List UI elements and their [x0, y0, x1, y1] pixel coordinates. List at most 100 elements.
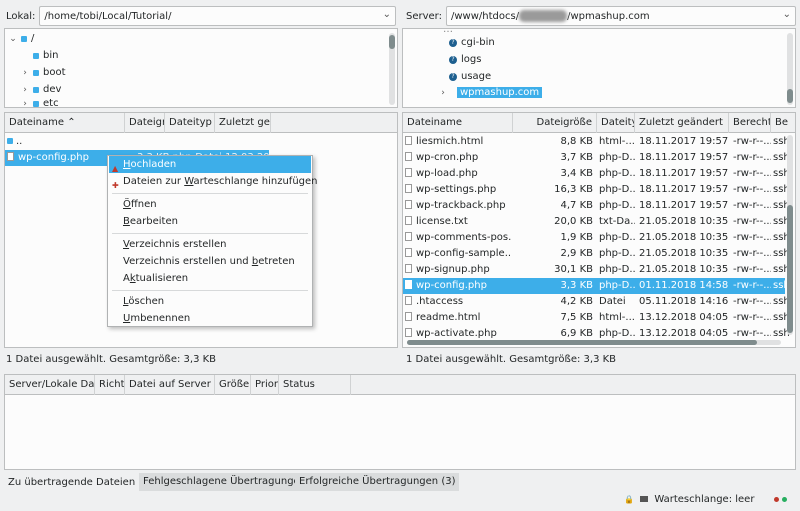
scroll-thumb[interactable] — [389, 35, 395, 49]
file-icon — [405, 152, 412, 161]
expand-arrow-icon[interactable]: › — [19, 85, 31, 95]
file-icon — [7, 152, 14, 161]
list-item-parent[interactable]: .. — [5, 134, 397, 150]
file-icon — [405, 200, 412, 209]
cell-date: 13.12.2018 04:05:08 — [639, 328, 729, 339]
table-row[interactable]: wp-settings.php 16,3 KB php-D... 18.11.2017… — [403, 182, 790, 198]
tree-item-logs[interactable]: ? logs — [447, 51, 481, 68]
tree-item-root[interactable]: ⌄ / — [7, 30, 34, 47]
expand-arrow-icon[interactable]: › — [19, 68, 31, 78]
scroll-thumb[interactable] — [787, 205, 793, 333]
col-filesize[interactable]: Dateigröße — [125, 113, 165, 133]
queue-add-icon: ✚ — [112, 181, 119, 190]
file-name: wp-config.php — [18, 152, 89, 163]
col-size[interactable]: Größe — [215, 375, 251, 395]
cell-date: 21.05.2018 10:35:55 — [639, 216, 729, 227]
tab-failed-transfers[interactable]: Fehlgeschlagene Übertragungen — [139, 473, 311, 491]
cell-date: 01.11.2018 14:58:56 — [639, 280, 729, 291]
col-direction[interactable]: Richtu — [95, 375, 125, 395]
tree-item-label: boot — [43, 67, 66, 78]
tree-item-boot[interactable]: › boot — [19, 64, 66, 81]
col-filetype[interactable]: Dateityp — [165, 113, 215, 133]
menu-item-delete[interactable]: Löschen — [109, 293, 311, 310]
tree-item-label: logs — [461, 54, 482, 65]
cell-perm: -rw-r--... — [733, 136, 771, 147]
table-row[interactable]: wp-config-sample.... 2,9 KB php-D... 21.05.… — [403, 246, 790, 262]
expand-arrow-icon[interactable]: › — [437, 88, 449, 98]
local-tree-scrollbar[interactable] — [389, 33, 395, 105]
col-filename[interactable]: Dateiname — [403, 113, 513, 133]
server-tree-scrollbar[interactable] — [787, 33, 793, 105]
queue-status-text: Warteschlange: leer — [654, 494, 755, 505]
cell-size: 1,9 KB — [560, 232, 594, 243]
menu-item-rename[interactable]: Umbenennen — [109, 310, 311, 327]
file-icon — [405, 232, 412, 241]
folder-question-icon: ? — [449, 55, 457, 64]
expand-arrow-icon[interactable]: ⌄ — [7, 34, 19, 44]
cell-date: 13.12.2018 04:05:08 — [639, 312, 729, 323]
col-filesize[interactable]: Dateigröße — [513, 113, 597, 133]
cell-name: wp-settings.php — [416, 184, 497, 195]
tree-item-label: wpmashup.com — [457, 87, 543, 98]
table-row[interactable]: wp-comments-pos... 1,9 KB php-D... 21.05.20… — [403, 230, 790, 246]
col-owner[interactable]: Be — [771, 113, 795, 133]
tree-item-bin[interactable]: bin — [19, 47, 58, 64]
local-label: Lokal: — [6, 10, 36, 22]
server-path-combo[interactable]: /www/htdocs/ /wpmashup.com ⌄ — [446, 6, 796, 26]
tree-item-cgi-bin[interactable]: ? cgi-bin — [447, 34, 495, 51]
col-filename[interactable]: Dateiname ⌃ — [5, 113, 125, 133]
menu-item-open[interactable]: Öffnen — [109, 196, 311, 213]
col-status[interactable]: Status — [279, 375, 351, 395]
menu-item-edit[interactable]: Bearbeiten — [109, 213, 311, 230]
context-menu: ▲ Hochladen ✚ Dateien zur Warteschlange … — [107, 155, 318, 327]
chevron-down-icon[interactable]: ⌄ — [383, 9, 391, 20]
menu-item-create-and-enter[interactable]: Verzeichnis erstellen und betreten — [109, 253, 311, 270]
local-path-combo[interactable]: /home/tobi/Local/Tutorial/ ⌄ — [39, 6, 396, 26]
cell-date: 18.11.2017 19:57:10 — [639, 136, 729, 147]
table-row[interactable]: license.txt 20,0 KB txt-Da... 21.05.2018 10… — [403, 214, 790, 230]
col-permissions[interactable]: Berechti — [729, 113, 771, 133]
cell-date: 05.11.2018 14:16:15 — [639, 296, 729, 307]
cell-name: wp-load.php — [416, 168, 478, 179]
table-row[interactable]: readme.html 7,5 KB html-... 13.12.2018 04:0… — [403, 310, 790, 326]
table-row[interactable]: wp-config.php 3,3 KB php-D... 01.11.2018 14… — [403, 278, 790, 294]
tab-successful-transfers[interactable]: Erfolgreiche Übertragungen (3) — [295, 473, 460, 491]
tab-queued-files[interactable]: Zu übertragende Dateien — [4, 474, 140, 492]
tree-item-usage[interactable]: ? usage — [447, 68, 491, 85]
scroll-thumb[interactable] — [407, 340, 757, 345]
menu-item-create-directory[interactable]: Verzeichnis erstellen — [109, 236, 311, 253]
server-list-vscrollbar[interactable] — [787, 135, 793, 335]
file-icon — [405, 312, 412, 321]
chevron-down-icon[interactable]: ⌄ — [783, 9, 791, 20]
col-modified[interactable]: Zuletzt geändert — [635, 113, 729, 133]
cell-perm: -rw-r--... — [733, 296, 771, 307]
col-server-local-file[interactable]: Server/Lokale Date — [5, 375, 95, 395]
file-icon — [405, 184, 412, 193]
file-icon — [405, 248, 412, 257]
tree-item-wpmashup[interactable]: › wpmashup.com — [437, 84, 543, 101]
table-row[interactable]: wp-trackback.php 4,7 KB php-D... 18.11.2017… — [403, 198, 790, 214]
menu-item-refresh[interactable]: Aktualisieren — [109, 270, 311, 287]
table-row[interactable]: wp-cron.php 3,7 KB php-D... 18.11.2017 19:5… — [403, 150, 790, 166]
cell-name: wp-config-sample.... — [416, 248, 511, 259]
server-list-hscrollbar[interactable] — [407, 340, 781, 345]
expand-arrow-icon[interactable]: › — [19, 99, 31, 108]
local-status: 1 Datei ausgewählt. Gesamtgröße: 3,3 KB — [6, 354, 217, 365]
col-remote-file[interactable]: Datei auf Server — [125, 375, 215, 395]
cell-date: 21.05.2018 10:35:55 — [639, 264, 729, 275]
tree-item-etc[interactable]: › etc — [19, 95, 58, 108]
transfer-icon — [640, 496, 649, 502]
menu-item-add-to-queue[interactable]: ✚ Dateien zur Warteschlange hinzufügen — [109, 173, 318, 190]
cell-size: 7,5 KB — [560, 312, 594, 323]
menu-item-upload[interactable]: ▲ Hochladen — [109, 156, 311, 173]
col-modified[interactable]: Zuletzt geän — [215, 113, 271, 133]
table-row[interactable]: wp-load.php 3,4 KB php-D... 18.11.2017 19:5… — [403, 166, 790, 182]
col-priority[interactable]: Priori — [251, 375, 279, 395]
table-row[interactable]: liesmich.html 8,8 KB html-... 18.11.2017 19… — [403, 134, 790, 150]
cell-size: 30,1 KB — [554, 264, 593, 275]
col-filetype[interactable]: Dateityp — [597, 113, 635, 133]
cell-date: 18.11.2017 19:57:10 — [639, 200, 729, 211]
scroll-thumb[interactable] — [787, 89, 793, 103]
table-row[interactable]: .htaccess 4,2 KB Datei 05.11.2018 14:16:15-… — [403, 294, 790, 310]
table-row[interactable]: wp-signup.php 30,1 KB php-D... 21.05.2018 1… — [403, 262, 790, 278]
